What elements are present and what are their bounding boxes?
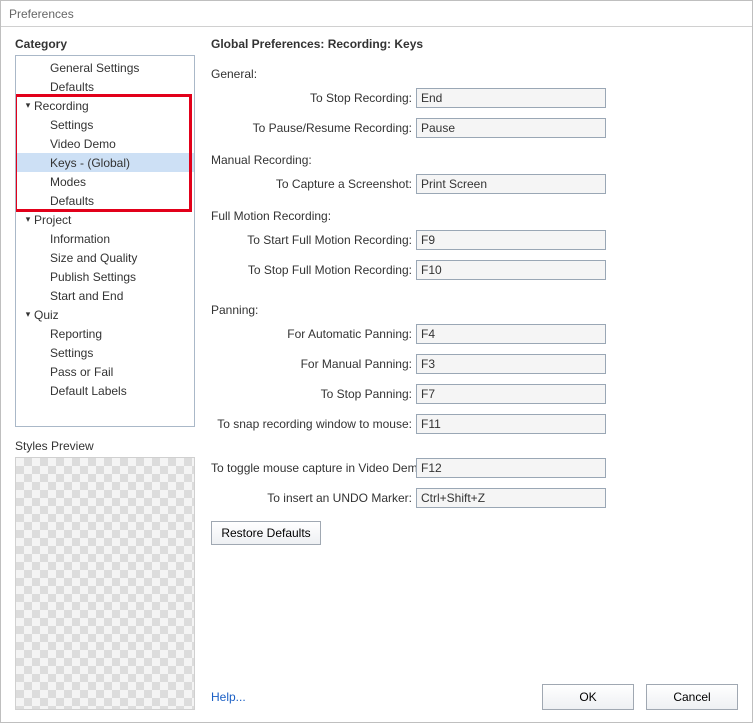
- tree-label: General Settings: [50, 61, 139, 75]
- styles-preview-panel: [15, 457, 195, 710]
- tree-item-recording-settings[interactable]: Settings: [16, 115, 194, 134]
- tree-item-quiz[interactable]: ▾Quiz: [16, 305, 194, 324]
- input-snap-window[interactable]: [416, 414, 606, 434]
- tree-item-quiz-default-labels[interactable]: Default Labels: [16, 381, 194, 400]
- tree-item-project-information[interactable]: Information: [16, 229, 194, 248]
- tree-label: Default Labels: [50, 384, 127, 398]
- label-manual-panning: For Manual Panning:: [211, 357, 416, 371]
- label-capture-screenshot: To Capture a Screenshot:: [211, 177, 416, 191]
- restore-defaults-button[interactable]: Restore Defaults: [211, 521, 321, 545]
- tree-label: Video Demo: [50, 137, 116, 151]
- tree-item-recording-modes[interactable]: Modes: [16, 172, 194, 191]
- left-column: Category General Settings Defaults ▾Reco…: [15, 37, 195, 710]
- label-start-full-motion: To Start Full Motion Recording:: [211, 233, 416, 247]
- label-undo-marker: To insert an UNDO Marker:: [211, 491, 416, 505]
- tree-label: Quiz: [34, 308, 59, 322]
- tree-item-quiz-pass-fail[interactable]: Pass or Fail: [16, 362, 194, 381]
- input-stop-recording[interactable]: [416, 88, 606, 108]
- input-stop-panning[interactable]: [416, 384, 606, 404]
- tree-item-project-publish-settings[interactable]: Publish Settings: [16, 267, 194, 286]
- label-toggle-mouse-capture: To toggle mouse capture in Video Demo:: [211, 461, 416, 475]
- input-toggle-mouse-capture[interactable]: [416, 458, 606, 478]
- tree-item-general-settings[interactable]: General Settings: [16, 58, 194, 77]
- help-link[interactable]: Help...: [211, 690, 246, 704]
- input-manual-panning[interactable]: [416, 354, 606, 374]
- chevron-down-icon: ▾: [22, 309, 34, 320]
- tree-label: Recording: [34, 99, 89, 113]
- input-capture-screenshot[interactable]: [416, 174, 606, 194]
- tree-item-project[interactable]: ▾Project: [16, 210, 194, 229]
- ok-button[interactable]: OK: [542, 684, 634, 710]
- section-manual: Manual Recording:: [211, 153, 738, 167]
- tree-label: Modes: [50, 175, 86, 189]
- chevron-down-icon: ▾: [22, 214, 34, 225]
- window-title: Preferences: [1, 1, 752, 27]
- category-header: Category: [15, 37, 195, 51]
- tree-label: Size and Quality: [50, 251, 137, 265]
- tree-label: Information: [50, 232, 110, 246]
- panel-title: Global Preferences: Recording: Keys: [211, 37, 738, 51]
- content-area: Category General Settings Defaults ▾Reco…: [1, 27, 752, 722]
- label-pause-resume: To Pause/Resume Recording:: [211, 121, 416, 135]
- tree-label: Keys - (Global): [50, 156, 130, 170]
- section-full-motion: Full Motion Recording:: [211, 209, 738, 223]
- category-tree[interactable]: General Settings Defaults ▾Recording Set…: [15, 55, 195, 427]
- tree-item-recording-video-demo[interactable]: Video Demo: [16, 134, 194, 153]
- tree-item-recording-keys[interactable]: Keys - (Global): [16, 153, 194, 172]
- tree-label: Defaults: [50, 80, 94, 94]
- tree-label: Settings: [50, 118, 93, 132]
- tree-item-recording[interactable]: ▾Recording: [16, 96, 194, 115]
- tree-item-project-size-quality[interactable]: Size and Quality: [16, 248, 194, 267]
- label-snap-window: To snap recording window to mouse:: [211, 417, 416, 431]
- input-undo-marker[interactable]: [416, 488, 606, 508]
- tree-item-recording-defaults[interactable]: Defaults: [16, 191, 194, 210]
- label-stop-full-motion: To Stop Full Motion Recording:: [211, 263, 416, 277]
- input-pause-resume[interactable]: [416, 118, 606, 138]
- right-column: Global Preferences: Recording: Keys Gene…: [211, 37, 738, 710]
- tree-label: Settings: [50, 346, 93, 360]
- input-start-full-motion[interactable]: [416, 230, 606, 250]
- label-auto-panning: For Automatic Panning:: [211, 327, 416, 341]
- tree-label: Defaults: [50, 194, 94, 208]
- chevron-down-icon: ▾: [22, 100, 34, 111]
- input-stop-full-motion[interactable]: [416, 260, 606, 280]
- label-stop-panning: To Stop Panning:: [211, 387, 416, 401]
- tree-item-quiz-reporting[interactable]: Reporting: [16, 324, 194, 343]
- cancel-button[interactable]: Cancel: [646, 684, 738, 710]
- section-panning: Panning:: [211, 303, 738, 317]
- dialog-footer: Help... OK Cancel: [211, 674, 738, 710]
- tree-label: Start and End: [50, 289, 123, 303]
- tree-item-project-start-end[interactable]: Start and End: [16, 286, 194, 305]
- tree-item-quiz-settings[interactable]: Settings: [16, 343, 194, 362]
- styles-preview-label: Styles Preview: [15, 439, 195, 453]
- tree-label: Pass or Fail: [50, 365, 113, 379]
- label-stop-recording: To Stop Recording:: [211, 91, 416, 105]
- tree-label: Project: [34, 213, 71, 227]
- tree-label: Publish Settings: [50, 270, 136, 284]
- tree-label: Reporting: [50, 327, 102, 341]
- section-general: General:: [211, 67, 738, 81]
- tree-item-defaults[interactable]: Defaults: [16, 77, 194, 96]
- input-auto-panning[interactable]: [416, 324, 606, 344]
- preferences-window: Preferences Category General Settings De…: [0, 0, 753, 723]
